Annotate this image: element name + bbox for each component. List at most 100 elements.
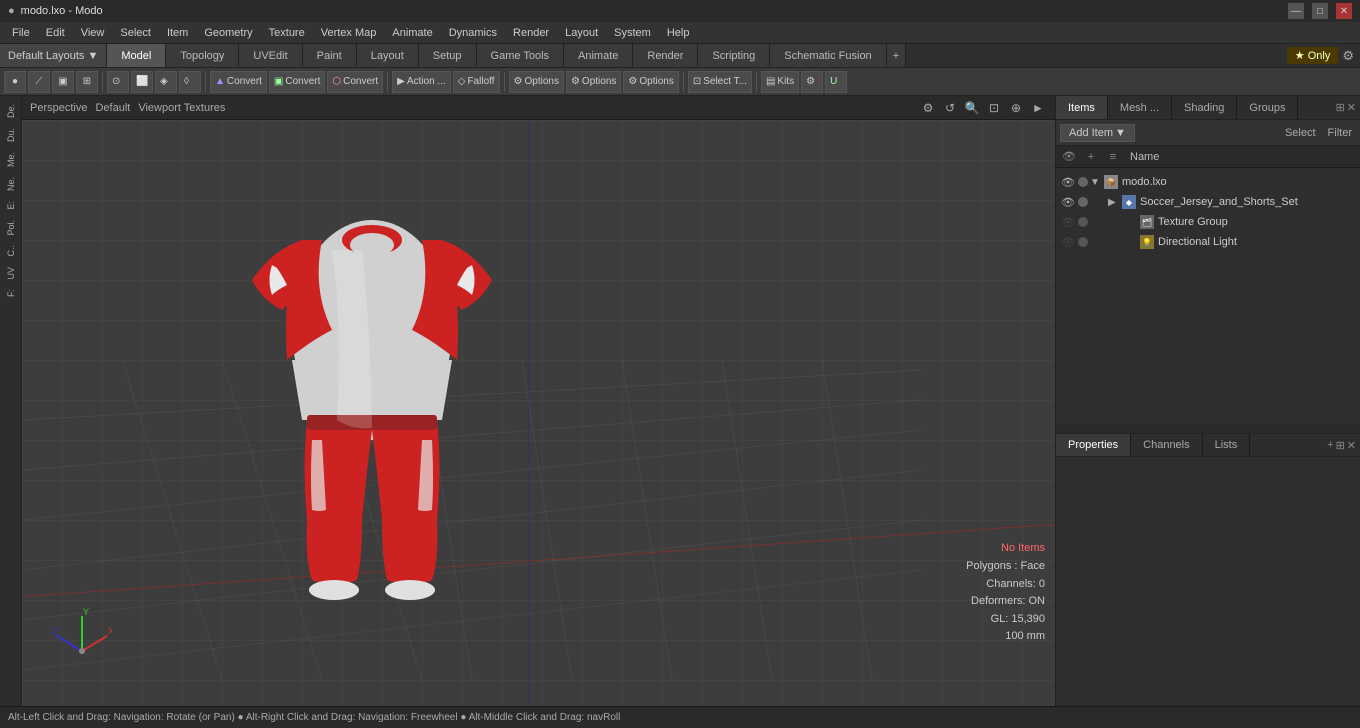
menu-animate[interactable]: Animate [384, 25, 440, 41]
sidebar-de-button[interactable]: De. [2, 100, 20, 122]
tab-layout[interactable]: Layout [357, 44, 419, 67]
eye-icon-jersey[interactable]: 👁 [1060, 194, 1076, 210]
options-sel-button[interactable]: ⚙ Options [509, 71, 564, 93]
vis-dot-jersey [1078, 197, 1088, 207]
panel-close-button[interactable]: ✕ [1347, 101, 1356, 114]
item-mode-button[interactable]: ⊞ [76, 71, 98, 93]
add-list-icon[interactable]: + [1082, 148, 1100, 166]
extra-settings-button[interactable]: ⚙ [801, 71, 823, 93]
vert-mode-button[interactable]: ● [4, 71, 26, 93]
menu-layout[interactable]: Layout [557, 25, 606, 41]
items-scrollbar[interactable] [1056, 425, 1360, 433]
bottom-tab-channels[interactable]: Channels [1131, 434, 1202, 456]
tab-paint[interactable]: Paint [303, 44, 357, 67]
expand-arrow-jersey[interactable]: ▶ [1108, 197, 1120, 208]
vp-zoom-button[interactable]: 🔍 [963, 99, 981, 117]
bottom-tab-lists[interactable]: Lists [1203, 434, 1251, 456]
bottom-expand-button[interactable]: ⊞ [1336, 439, 1345, 452]
bottom-tab-properties[interactable]: Properties [1056, 434, 1131, 456]
convert-mesh-icon: ⬡ [332, 76, 341, 87]
sidebar-dup-button[interactable]: Du. [2, 124, 20, 146]
extra-u-button[interactable]: U [825, 71, 847, 93]
menu-help[interactable]: Help [659, 25, 698, 41]
select-tool-button[interactable]: ⊡ Select T... [688, 71, 752, 93]
options-sym-button[interactable]: ⚙ Options [566, 71, 621, 93]
options-main-button[interactable]: ⚙ Options [623, 71, 678, 93]
snap-button[interactable]: ⊙ [107, 71, 129, 93]
items-toolbar-right: Select Filter [1281, 127, 1356, 139]
menu-file[interactable]: File [4, 25, 38, 41]
tab-model[interactable]: Model [107, 44, 166, 67]
tab-uvedit[interactable]: UVEdit [239, 44, 302, 67]
viewport-canvas[interactable]: No Items Polygons : Face Channels: 0 Def… [22, 120, 1055, 706]
bottom-add-button[interactable]: + [1327, 439, 1333, 451]
tab-setup[interactable]: Setup [419, 44, 477, 67]
vp-rotate-button[interactable]: ↺ [941, 99, 959, 117]
tab-add-button[interactable]: + [887, 44, 906, 67]
bottom-close-button[interactable]: ✕ [1347, 439, 1356, 452]
panel-expand-button[interactable]: ⊞ [1336, 101, 1345, 114]
panel-tab-groups[interactable]: Groups [1237, 96, 1298, 119]
poly-mode-button[interactable]: ▣ [52, 71, 74, 93]
layout-settings-button[interactable]: ⚙ [1342, 48, 1354, 64]
falloff-button[interactable]: ◇ Falloff [453, 71, 500, 93]
tab-scripting[interactable]: Scripting [698, 44, 770, 67]
tab-topology[interactable]: Topology [166, 44, 239, 67]
vp-frame-button[interactable]: ⊡ [985, 99, 1003, 117]
menu-edit[interactable]: Edit [38, 25, 73, 41]
sidebar-e-button[interactable]: E: [2, 197, 20, 214]
panel-tab-mesh[interactable]: Mesh ... [1108, 96, 1172, 119]
maximize-button[interactable]: □ [1312, 3, 1328, 19]
tab-schematic-fusion[interactable]: Schematic Fusion [770, 44, 886, 67]
vp-settings-button[interactable]: ⚙ [919, 99, 937, 117]
add-item-button[interactable]: Add Item ▼ [1060, 124, 1135, 142]
sidebar-c-button[interactable]: C.. [2, 241, 20, 261]
tab-game-tools[interactable]: Game Tools [477, 44, 565, 67]
minimize-button[interactable]: — [1288, 3, 1304, 19]
sidebar-ne-button[interactable]: Ne. [2, 173, 20, 195]
falloff-btn2[interactable]: ◊ [179, 71, 201, 93]
items-tree[interactable]: 👁 ▼ 📦 modo.lxo 👁 ▶ ◆ Soccer_Jersey_and_S… [1056, 168, 1360, 425]
kits-button[interactable]: ▤ Kits [761, 71, 799, 93]
menu-select[interactable]: Select [112, 25, 159, 41]
symmetry-button[interactable]: ◈ [155, 71, 177, 93]
options-list-icon[interactable]: ≡ [1104, 148, 1122, 166]
expand-arrow-modo[interactable]: ▼ [1090, 177, 1102, 188]
tab-animate[interactable]: Animate [564, 44, 633, 67]
action-button[interactable]: ▶ Action ... [392, 71, 451, 93]
menu-texture[interactable]: Texture [261, 25, 313, 41]
menu-dynamics[interactable]: Dynamics [441, 25, 505, 41]
sidebar-uv-button[interactable]: UV [2, 263, 20, 284]
close-button[interactable]: ✕ [1336, 3, 1352, 19]
menu-vertex-map[interactable]: Vertex Map [313, 25, 385, 41]
viewport[interactable]: Perspective Default Viewport Textures ⚙ … [22, 96, 1055, 706]
convert-mesh-button[interactable]: ⬡ Convert [327, 71, 383, 93]
tree-item-soccer-jersey[interactable]: 👁 ▶ ◆ Soccer_Jersey_and_Shorts_Set [1056, 192, 1360, 212]
sidebar-pol-button[interactable]: Pol. [2, 216, 20, 240]
menu-render[interactable]: Render [505, 25, 557, 41]
vp-play-button[interactable]: ► [1029, 99, 1047, 117]
workplane-button[interactable]: ⬜ [131, 71, 153, 93]
convert-quads-button[interactable]: ▣ Convert [269, 71, 325, 93]
only-button[interactable]: ★ Only [1287, 47, 1339, 64]
menu-system[interactable]: System [606, 25, 659, 41]
vp-expand-button[interactable]: ⊕ [1007, 99, 1025, 117]
panel-tab-items[interactable]: Items [1056, 96, 1108, 119]
tab-render[interactable]: Render [633, 44, 698, 67]
layout-selector[interactable]: Default Layouts ▼ [0, 44, 107, 67]
edge-mode-button[interactable]: ⟋ [28, 71, 50, 93]
tree-item-texture-group[interactable]: 👁 🗂 Texture Group [1056, 212, 1360, 232]
visibility-column-icon[interactable]: 👁 [1060, 148, 1078, 166]
eye-icon-modo[interactable]: 👁 [1060, 174, 1076, 190]
tree-item-dir-light[interactable]: 👁 💡 Directional Light [1056, 232, 1360, 252]
menu-view[interactable]: View [73, 25, 113, 41]
tree-item-modo-lxo[interactable]: 👁 ▼ 📦 modo.lxo [1056, 172, 1360, 192]
menu-geometry[interactable]: Geometry [196, 25, 260, 41]
convert-tris-button[interactable]: ▲ Convert [210, 71, 267, 93]
sidebar-mes-button[interactable]: Me. [2, 148, 20, 171]
panel-tab-shading[interactable]: Shading [1172, 96, 1237, 119]
items-filter-button[interactable]: Filter [1324, 127, 1356, 139]
menu-item[interactable]: Item [159, 25, 196, 41]
sidebar-f-button[interactable]: F: [2, 285, 20, 301]
items-select-button[interactable]: Select [1281, 127, 1320, 139]
